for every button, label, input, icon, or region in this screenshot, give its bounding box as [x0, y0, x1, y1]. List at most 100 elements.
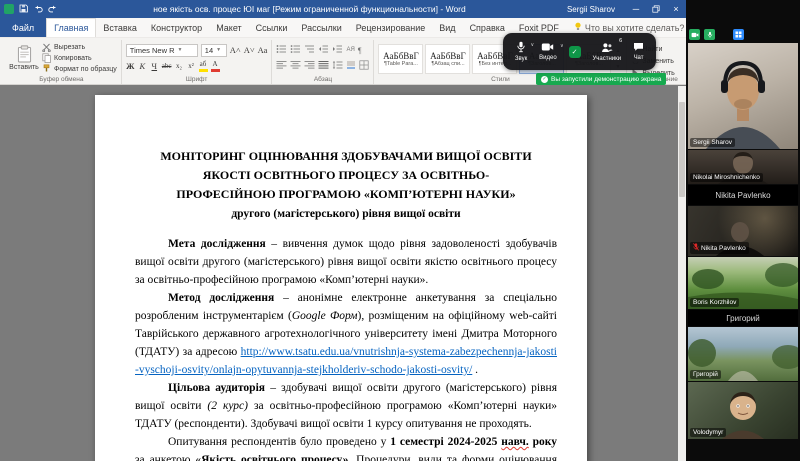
- strikethrough-button[interactable]: abc: [162, 61, 172, 72]
- check-icon: ✓: [541, 76, 548, 83]
- zoom-meeting-toolbar: ∨ Звук ∨ Видео ✓ 6 Участники Чат: [503, 33, 656, 70]
- superscript-button[interactable]: x²: [187, 61, 196, 72]
- participant-tile[interactable]: Nikolai Miroshnichenko: [688, 150, 798, 184]
- undo-icon[interactable]: [33, 4, 43, 15]
- lightbulb-icon: [574, 22, 582, 33]
- text-run: .: [472, 364, 478, 376]
- italic-button[interactable]: К: [138, 61, 147, 72]
- participant-tile[interactable]: Григорий: [688, 310, 798, 326]
- minimize-button[interactable]: ─: [626, 0, 646, 18]
- align-right-icon[interactable]: [304, 57, 315, 75]
- participant-tile[interactable]: Григорій: [688, 327, 798, 381]
- participant-tile[interactable]: Nikita Pavlenko: [688, 206, 798, 256]
- line-spacing-icon[interactable]: [332, 57, 343, 75]
- text-run: за анкетою «: [135, 454, 201, 461]
- video-on-icon[interactable]: [689, 29, 700, 40]
- restore-button[interactable]: [646, 0, 666, 18]
- security-shield-icon: ✓: [569, 46, 581, 58]
- person-with-headphones: [688, 43, 798, 149]
- font-name-combo[interactable]: Times New R▼: [126, 44, 198, 57]
- copy-icon: [42, 53, 51, 63]
- text-run: Цільова аудиторія: [168, 382, 265, 394]
- zoom-video-button[interactable]: ∨ Видео: [539, 42, 557, 61]
- participant-name-tag: Nikita Pavlenko: [690, 242, 749, 254]
- tab-design[interactable]: Конструктор: [144, 18, 209, 37]
- microphone-icon: [516, 41, 526, 55]
- style-card[interactable]: АаБбВвГ ¶Table Para...: [378, 44, 423, 74]
- tab-references[interactable]: Ссылки: [249, 18, 295, 37]
- redo-icon[interactable]: [48, 4, 58, 15]
- bold-button[interactable]: Ж: [126, 61, 135, 72]
- text-run: Якість освітнього процесу»: [201, 454, 348, 461]
- zoom-chat-button[interactable]: Чат: [633, 42, 644, 61]
- participant-name: Boris Korzhilov: [693, 299, 736, 306]
- camera-icon: [541, 42, 554, 54]
- participant-name: Nikita Pavlenko: [701, 245, 746, 252]
- tab-review[interactable]: Рецензирование: [349, 18, 433, 37]
- gallery-view-icon[interactable]: [733, 29, 744, 40]
- tab-file[interactable]: Файл: [0, 18, 46, 37]
- signed-in-user[interactable]: Sergii Sharov: [567, 5, 615, 14]
- tab-insert[interactable]: Вставка: [96, 18, 143, 37]
- justify-icon[interactable]: [318, 57, 329, 75]
- zoom-participants-button[interactable]: 6 Участники: [592, 42, 621, 62]
- paragraph: Метод дослідження – анонімне електронне …: [135, 289, 557, 379]
- document-area: МОНІТОРИНГ ОЦІНЮВАННЯ ЗДОБУВАЧАМИ ВИЩОЇ …: [0, 86, 686, 461]
- screen-share-banner: ✓ Вы запустили демонстрацию экрана: [536, 73, 666, 85]
- zoom-security-button[interactable]: ✓: [569, 46, 581, 58]
- grow-font-button[interactable]: А˄: [230, 45, 241, 56]
- cut-button[interactable]: Вырезать: [42, 43, 117, 52]
- subscript-button[interactable]: x₂: [175, 61, 184, 72]
- copy-button[interactable]: Копировать: [42, 53, 117, 63]
- text-run: Опитування респондентів було проведено у: [168, 436, 390, 448]
- participant-name-tag: Volodymyr: [690, 428, 726, 437]
- app-icon: [4, 4, 14, 14]
- font-size-combo[interactable]: 14▼: [201, 44, 227, 57]
- sort-icon[interactable]: АЯ: [346, 47, 354, 53]
- document-page[interactable]: МОНІТОРИНГ ОЦІНЮВАННЯ ЗДОБУВАЧАМИ ВИЩОЇ …: [95, 95, 587, 461]
- style-card[interactable]: АаБбВвГ ¶Абзац спи...: [425, 44, 470, 74]
- scissors-icon: [42, 43, 51, 52]
- paste-button[interactable]: Вставить: [6, 41, 42, 74]
- paragraph: Мета дослідження – вивчення думок щодо р…: [135, 235, 557, 289]
- pilcrow-icon[interactable]: ¶: [358, 46, 362, 55]
- participant-name: Григорий: [726, 314, 759, 323]
- mic-on-icon[interactable]: [704, 29, 715, 40]
- participant-name-tag: Sergii Sharov: [690, 138, 735, 147]
- participant-tile[interactable]: Nikita Pavlenko: [688, 185, 798, 205]
- muted-mic-icon: [693, 243, 699, 253]
- doc-paragraphs: Мета дослідження – вивчення думок щодо р…: [135, 235, 557, 461]
- borders-icon[interactable]: [359, 57, 369, 75]
- save-icon[interactable]: [19, 4, 28, 15]
- participant-tile[interactable]: Volodymyr: [688, 382, 798, 439]
- change-case-button[interactable]: Аа: [258, 45, 268, 56]
- participant-tile[interactable]: Sergii Sharov: [688, 43, 798, 149]
- chevron-up-icon[interactable]: ∨: [560, 43, 564, 49]
- tab-help[interactable]: Справка: [463, 18, 512, 37]
- tab-home[interactable]: Главная: [46, 18, 96, 37]
- zoom-audio-button[interactable]: ∨ Звук: [515, 41, 527, 62]
- zoom-participants-panel: Sergii Sharov Nikolai Miroshnichenko Nik…: [686, 0, 800, 461]
- window-controls: ─ ×: [626, 0, 686, 18]
- group-paragraph: АЯ ¶ Абзац: [272, 40, 374, 84]
- text-run: Мета дослідження: [168, 238, 266, 250]
- close-button[interactable]: ×: [666, 0, 686, 18]
- scrollbar-thumb[interactable]: [679, 102, 685, 197]
- align-left-icon[interactable]: [276, 57, 287, 75]
- clipboard-icon: [17, 45, 32, 63]
- participants-icon: [601, 42, 613, 55]
- shrink-font-button[interactable]: А˅: [244, 45, 255, 56]
- chevron-up-icon[interactable]: ∨: [531, 42, 535, 48]
- tab-view[interactable]: Вид: [432, 18, 462, 37]
- tab-mailings[interactable]: Рассылки: [294, 18, 348, 37]
- text-run: навч.: [501, 436, 529, 448]
- text-highlight-button[interactable]: аб: [199, 61, 208, 72]
- participant-tile[interactable]: Boris Korzhilov: [688, 257, 798, 309]
- format-painter-button[interactable]: Формат по образцу: [42, 64, 117, 74]
- font-color-button[interactable]: А: [211, 61, 220, 72]
- underline-button[interactable]: Ч: [150, 61, 159, 72]
- tab-layout[interactable]: Макет: [209, 18, 248, 37]
- align-center-icon[interactable]: [290, 57, 301, 75]
- shading-icon[interactable]: [346, 57, 356, 75]
- vertical-scrollbar[interactable]: [678, 86, 686, 461]
